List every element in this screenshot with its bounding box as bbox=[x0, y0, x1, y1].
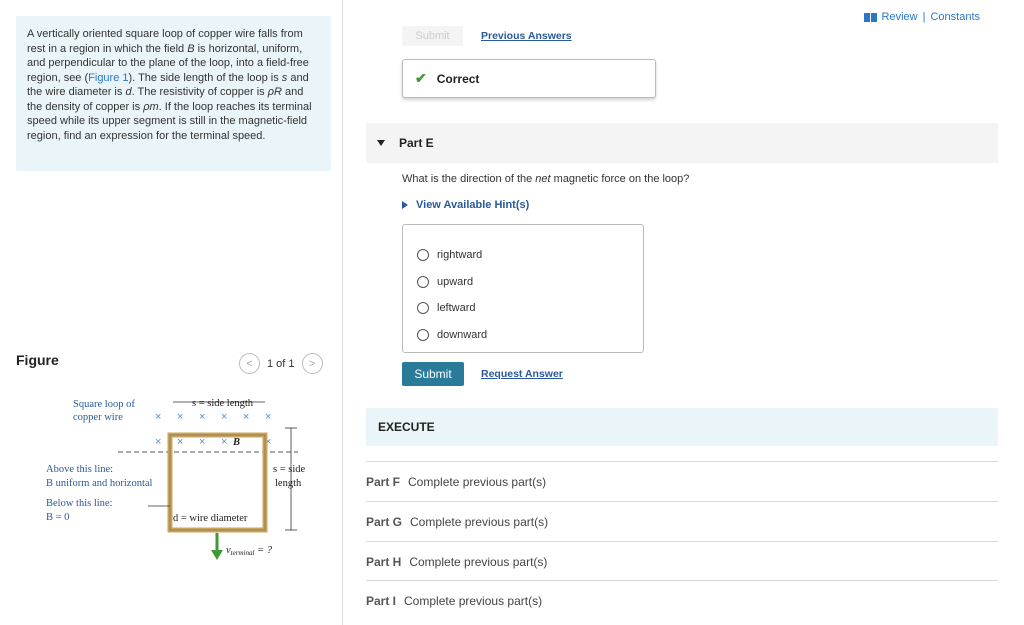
radio-button[interactable] bbox=[417, 249, 429, 262]
part-e-title: Part E bbox=[399, 136, 434, 150]
figure-heading: Figure bbox=[16, 352, 59, 368]
svg-text:×: × bbox=[221, 411, 227, 423]
field-label: B bbox=[232, 437, 240, 448]
loop-label-line2: copper wire bbox=[73, 412, 123, 423]
terminal-velocity-label: vterminal = ? bbox=[226, 545, 273, 557]
request-answer-link[interactable]: Request Answer bbox=[481, 368, 563, 380]
side-right-label-1: s = side bbox=[273, 464, 306, 475]
correct-label: Correct bbox=[436, 71, 480, 86]
review-constants-link[interactable]: Review | Constants bbox=[863, 11, 980, 23]
above-line-desc: B uniform and horizontal bbox=[46, 478, 153, 489]
previous-submit-button: Submit bbox=[402, 26, 463, 46]
velocity-arrowhead bbox=[211, 550, 223, 560]
side-right-label-2: length bbox=[275, 478, 302, 489]
svg-text:×: × bbox=[177, 411, 183, 423]
book-icon bbox=[863, 12, 877, 22]
resistivity-symbol: ρR bbox=[267, 86, 282, 98]
diameter-label: d = wire diameter bbox=[173, 513, 248, 524]
previous-answers-link[interactable]: Previous Answers bbox=[481, 30, 572, 42]
svg-text:×: × bbox=[199, 436, 205, 448]
svg-text:×: × bbox=[221, 436, 227, 448]
problem-panel: A vertically oriented square loop of cop… bbox=[0, 0, 343, 625]
radio-button[interactable] bbox=[417, 302, 429, 315]
chevron-right-icon[interactable]: > bbox=[301, 353, 323, 374]
execute-section-header: EXECUTE bbox=[366, 408, 998, 446]
below-line-desc: B = 0 bbox=[46, 512, 69, 523]
figure-page-count: 1 of 1 bbox=[267, 357, 295, 370]
above-line-label: Above this line: bbox=[46, 464, 113, 475]
hints-label[interactable]: View Available Hint(s) bbox=[416, 199, 529, 211]
submit-button[interactable]: Submit bbox=[402, 362, 464, 386]
part-f-row: Part F Complete previous part(s) bbox=[366, 461, 998, 501]
problem-statement: A vertically oriented square loop of cop… bbox=[16, 16, 331, 171]
below-line-label: Below this line: bbox=[46, 498, 113, 509]
field-symbol: B bbox=[187, 42, 195, 55]
svg-text:×: × bbox=[265, 411, 271, 423]
figure-diagram: × × × × × × × × × × × Square loop of copper wire … bbox=[46, 398, 306, 560]
part-i-row: Part I Complete previous part(s) bbox=[366, 580, 998, 620]
chevron-left-icon[interactable]: < bbox=[239, 353, 260, 374]
side-length-label: s = side length bbox=[192, 398, 254, 409]
svg-text:×: × bbox=[177, 436, 183, 448]
part-g-row: Part G Complete previous part(s) bbox=[366, 501, 998, 541]
caret-right-icon bbox=[402, 201, 408, 209]
correct-feedback: ✔ Correct bbox=[402, 59, 656, 98]
problem-text: ). The side length of the loop is bbox=[128, 71, 282, 84]
svg-text:×: × bbox=[155, 411, 161, 423]
separator: | bbox=[922, 11, 926, 23]
svg-text:×: × bbox=[199, 411, 205, 423]
answer-options: rightward upward leftward downward bbox=[402, 224, 644, 353]
part-e-header[interactable]: Part E bbox=[366, 123, 998, 163]
view-hints-link[interactable]: View Available Hint(s) bbox=[402, 199, 529, 211]
option-leftward[interactable]: leftward bbox=[403, 295, 643, 322]
loop-label-line1: Square loop of bbox=[73, 399, 135, 410]
review-label[interactable]: Review bbox=[882, 11, 918, 23]
constants-label[interactable]: Constants bbox=[930, 11, 980, 23]
figure-link[interactable]: Figure 1 bbox=[88, 72, 128, 84]
density-symbol: ρm bbox=[143, 100, 159, 113]
option-upward[interactable]: upward bbox=[403, 269, 643, 296]
part-e-question: What is the direction of the net magneti… bbox=[402, 173, 690, 185]
part-h-row: Part H Complete previous part(s) bbox=[366, 541, 998, 581]
option-downward[interactable]: downward bbox=[403, 322, 643, 349]
svg-text:×: × bbox=[243, 411, 249, 423]
caret-down-icon bbox=[377, 140, 385, 146]
problem-text: . The resistivity of copper is bbox=[131, 86, 268, 98]
svg-text:×: × bbox=[155, 436, 161, 448]
figure-pager: < 1 of 1 > bbox=[239, 353, 323, 374]
checkmark-icon: ✔ bbox=[415, 70, 427, 86]
option-rightward[interactable]: rightward bbox=[403, 242, 643, 269]
radio-button[interactable] bbox=[417, 275, 429, 288]
radio-button[interactable] bbox=[417, 328, 429, 341]
